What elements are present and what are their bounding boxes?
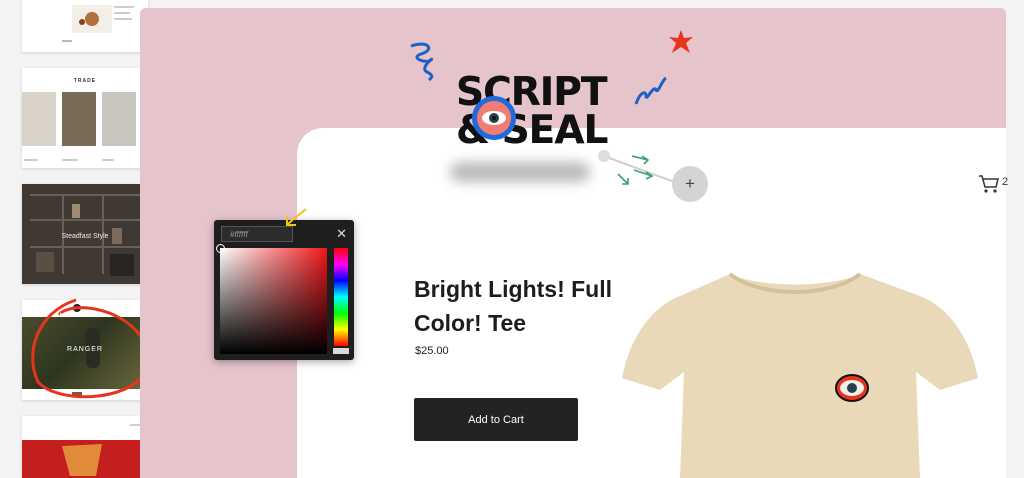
eye-icon[interactable] bbox=[472, 96, 516, 140]
template-thumbnail-5[interactable] bbox=[22, 416, 148, 478]
thumbnail-image bbox=[102, 92, 136, 146]
add-element-button[interactable]: + bbox=[672, 166, 708, 202]
template-thumbnail-trade[interactable]: TRADE bbox=[22, 68, 148, 168]
blue-squiggle-icon bbox=[634, 76, 667, 105]
thumbnail-title: TRADE bbox=[73, 78, 97, 84]
blue-squiggle-icon bbox=[410, 42, 434, 82]
editor-canvas: TRADE Steadfast Style RANGER SCRIPT & SE… bbox=[0, 0, 1024, 478]
color-picker[interactable]: #ffffff ✕ bbox=[214, 220, 354, 360]
product-title: Bright Lights! Full Color! Tee bbox=[414, 276, 613, 336]
thumbnail-image bbox=[62, 92, 96, 146]
cart-count: 2 bbox=[1002, 176, 1009, 188]
thumbnail-caption bbox=[22, 152, 148, 161]
food-image bbox=[62, 424, 140, 476]
resize-handle[interactable] bbox=[598, 150, 610, 162]
saturation-area[interactable] bbox=[220, 248, 327, 354]
cart-icon[interactable] bbox=[978, 174, 1000, 194]
close-icon[interactable]: ✕ bbox=[336, 226, 347, 242]
product-price: $25.00 bbox=[415, 345, 449, 357]
red-star-icon bbox=[669, 30, 693, 53]
tshirt-image bbox=[622, 272, 978, 478]
thumbnail-image bbox=[22, 92, 56, 146]
logo-shadow bbox=[450, 162, 590, 182]
yellow-arrow-icon bbox=[286, 208, 307, 226]
saturation-knob[interactable] bbox=[216, 244, 225, 253]
template-thumbnail-steadfast[interactable]: Steadfast Style bbox=[22, 184, 148, 284]
thumbnail-1-image bbox=[62, 5, 134, 42]
hue-slider-handle[interactable] bbox=[333, 348, 349, 354]
template-thumbnail-1[interactable] bbox=[22, 0, 148, 52]
thumbnail-title: Steadfast Style bbox=[61, 233, 109, 240]
hue-slider[interactable] bbox=[334, 248, 348, 346]
annotation-circle bbox=[31, 298, 151, 399]
add-to-cart-button[interactable]: Add to Cart bbox=[414, 398, 578, 441]
green-arrows-icon bbox=[617, 155, 654, 185]
